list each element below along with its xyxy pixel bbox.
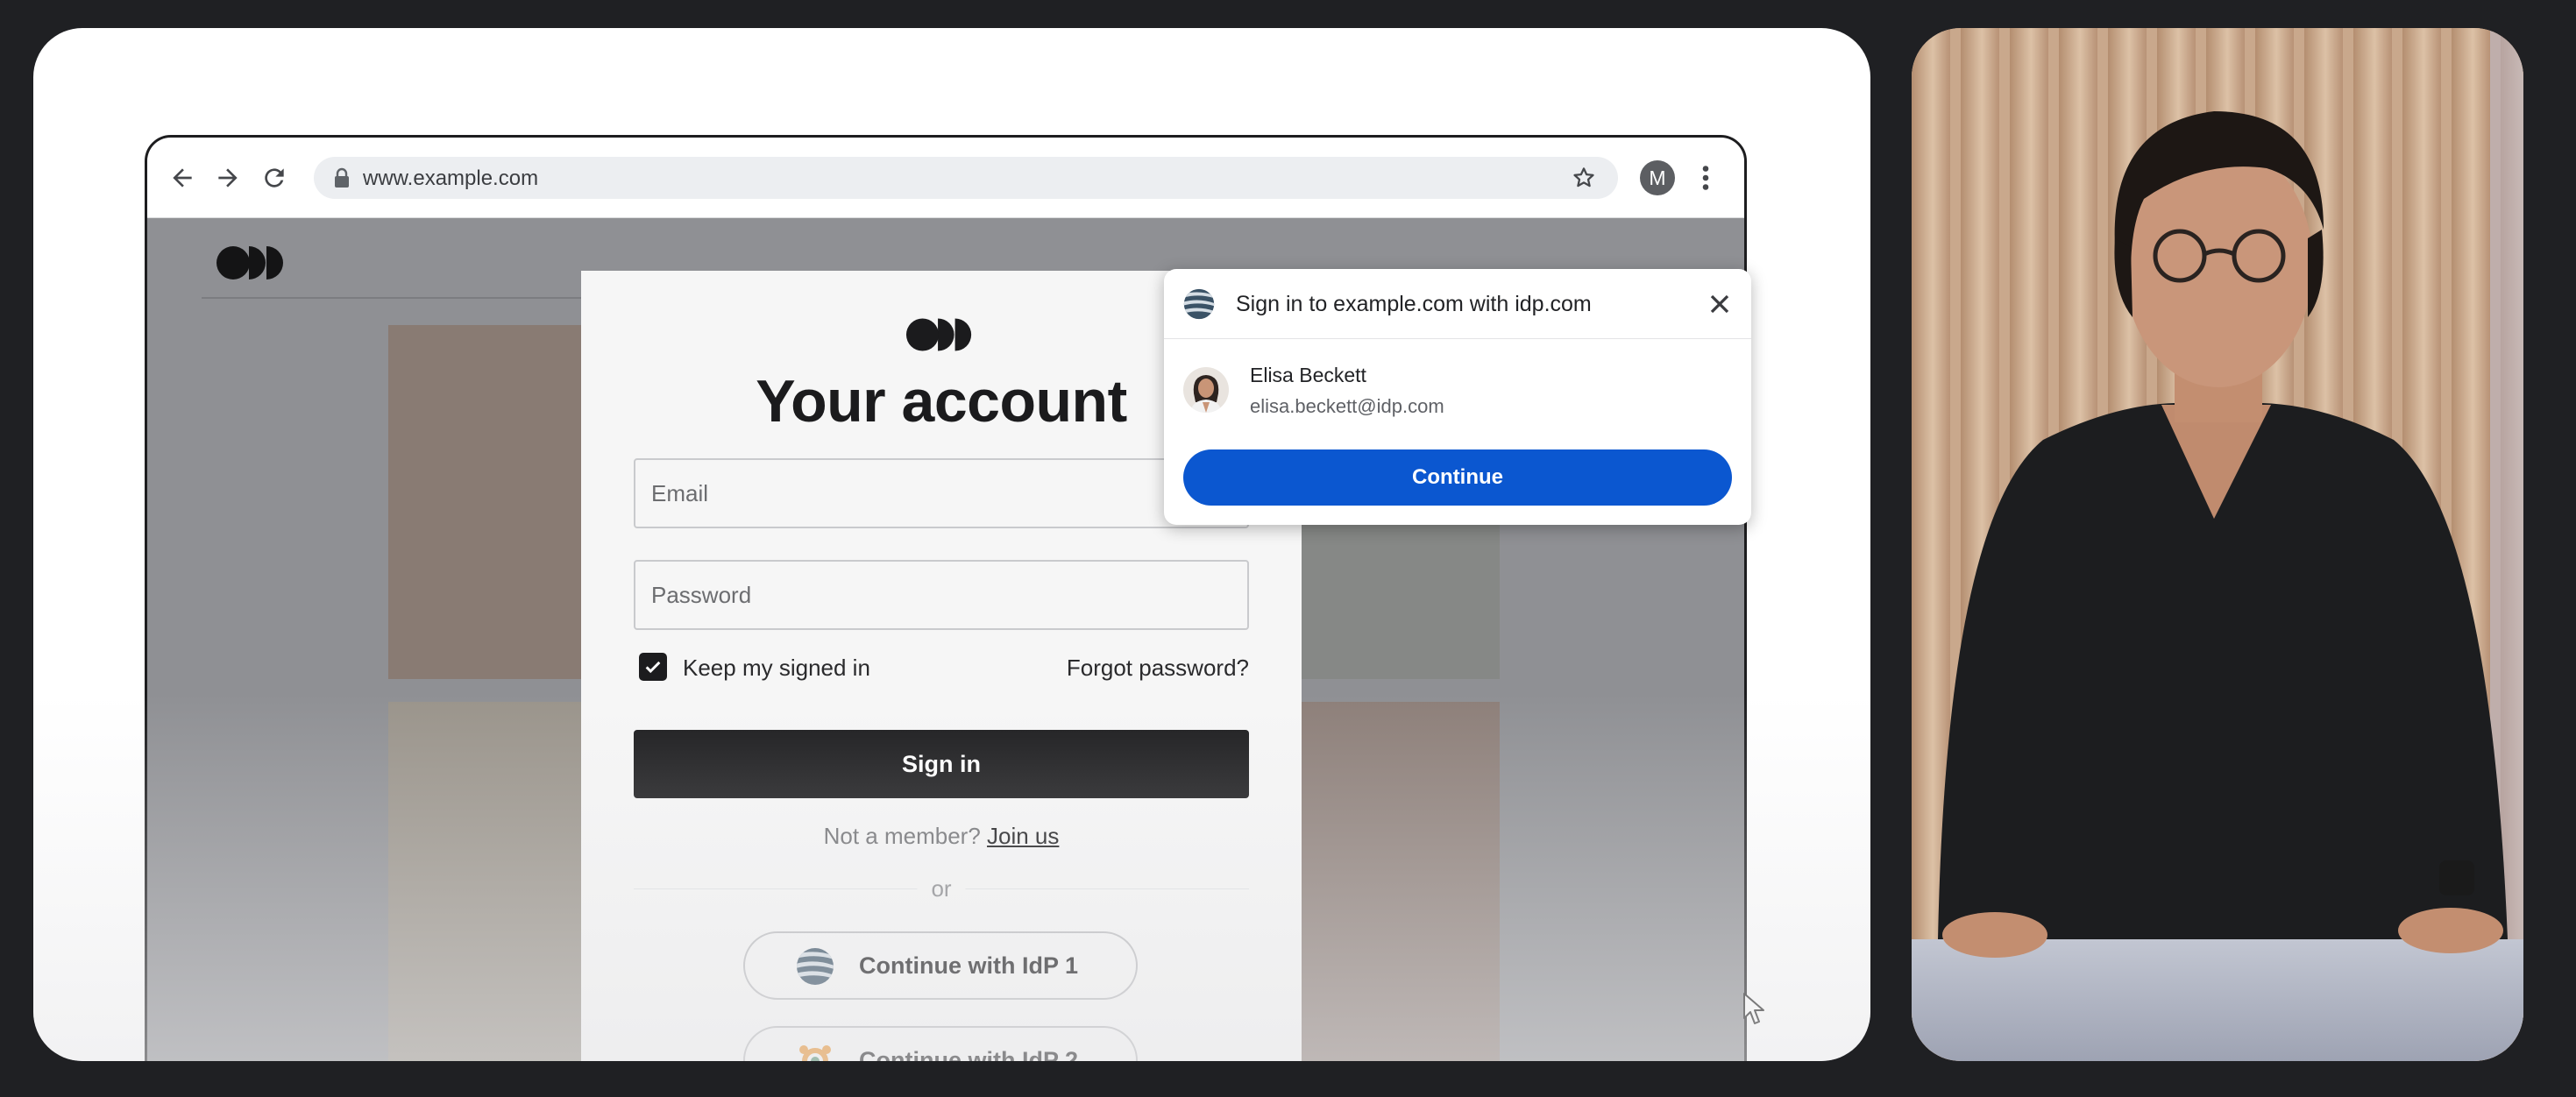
profile-avatar[interactable]: M xyxy=(1640,160,1675,195)
join-us-link[interactable]: Join us xyxy=(987,823,1059,849)
striped-globe-icon xyxy=(797,948,834,985)
account-avatar xyxy=(1183,367,1229,413)
url-text: www.example.com xyxy=(363,166,539,190)
continue-with-idp2-button[interactable]: Continue with IdP 2 xyxy=(743,1026,1138,1061)
account-name: Elisa Beckett xyxy=(1250,364,1366,386)
idp-logo-icon xyxy=(1183,288,1215,320)
keep-signed-in-checkbox[interactable] xyxy=(639,653,667,681)
not-member-text: Not a member? xyxy=(823,823,981,849)
lock-icon xyxy=(335,167,349,188)
close-icon[interactable] xyxy=(1704,288,1735,320)
keep-signed-in-label: Keep my signed in xyxy=(683,655,870,681)
checkmark-icon xyxy=(645,661,661,674)
presenter-image xyxy=(1912,28,2523,1061)
account-row[interactable]: Elisa Beckett elisa.beckett@idp.com xyxy=(1164,357,1751,423)
keep-signed-in-row: Keep my signed in Forgot password? xyxy=(634,649,1249,688)
fedcm-header: Sign in to example.com with idp.com xyxy=(1164,269,1751,339)
address-bar[interactable]: www.example.com xyxy=(314,157,1618,199)
brand-logo-icon xyxy=(905,318,972,351)
mouse-cursor-icon xyxy=(1743,993,1764,1024)
bookmark-star-icon[interactable] xyxy=(1571,165,1597,191)
browser-toolbar: www.example.com M xyxy=(147,138,1744,218)
fedcm-title: Sign in to example.com with idp.com xyxy=(1236,292,1592,316)
password-field[interactable] xyxy=(634,560,1249,630)
join-row: Not a member? Join us xyxy=(581,823,1302,850)
orange-badge-icon xyxy=(799,1045,831,1061)
account-email: elisa.beckett@idp.com xyxy=(1250,395,1444,417)
sign-in-button[interactable]: Sign in xyxy=(634,730,1249,798)
fedcm-dialog: Sign in to example.com with idp.com Elis… xyxy=(1164,269,1751,525)
email-field[interactable] xyxy=(634,458,1249,528)
forgot-password-link[interactable]: Forgot password? xyxy=(1067,655,1249,682)
or-divider: or xyxy=(634,874,1249,902)
or-text: or xyxy=(917,875,966,902)
idp1-label: Continue with IdP 1 xyxy=(859,952,1079,979)
more-menu-icon[interactable] xyxy=(1690,160,1721,195)
continue-with-idp1-button[interactable]: Continue with IdP 1 xyxy=(743,931,1138,1000)
reload-icon[interactable] xyxy=(259,162,290,194)
continue-button[interactable]: Continue xyxy=(1183,449,1732,506)
presenter-video xyxy=(1912,28,2523,1061)
idp2-label: Continue with IdP 2 xyxy=(859,1047,1079,1061)
forward-arrow-icon[interactable] xyxy=(212,162,244,194)
back-arrow-icon[interactable] xyxy=(167,162,198,194)
slide-panel: www.example.com M Your account Email Kee… xyxy=(33,28,1870,1061)
site-logo-icon[interactable] xyxy=(216,244,287,281)
